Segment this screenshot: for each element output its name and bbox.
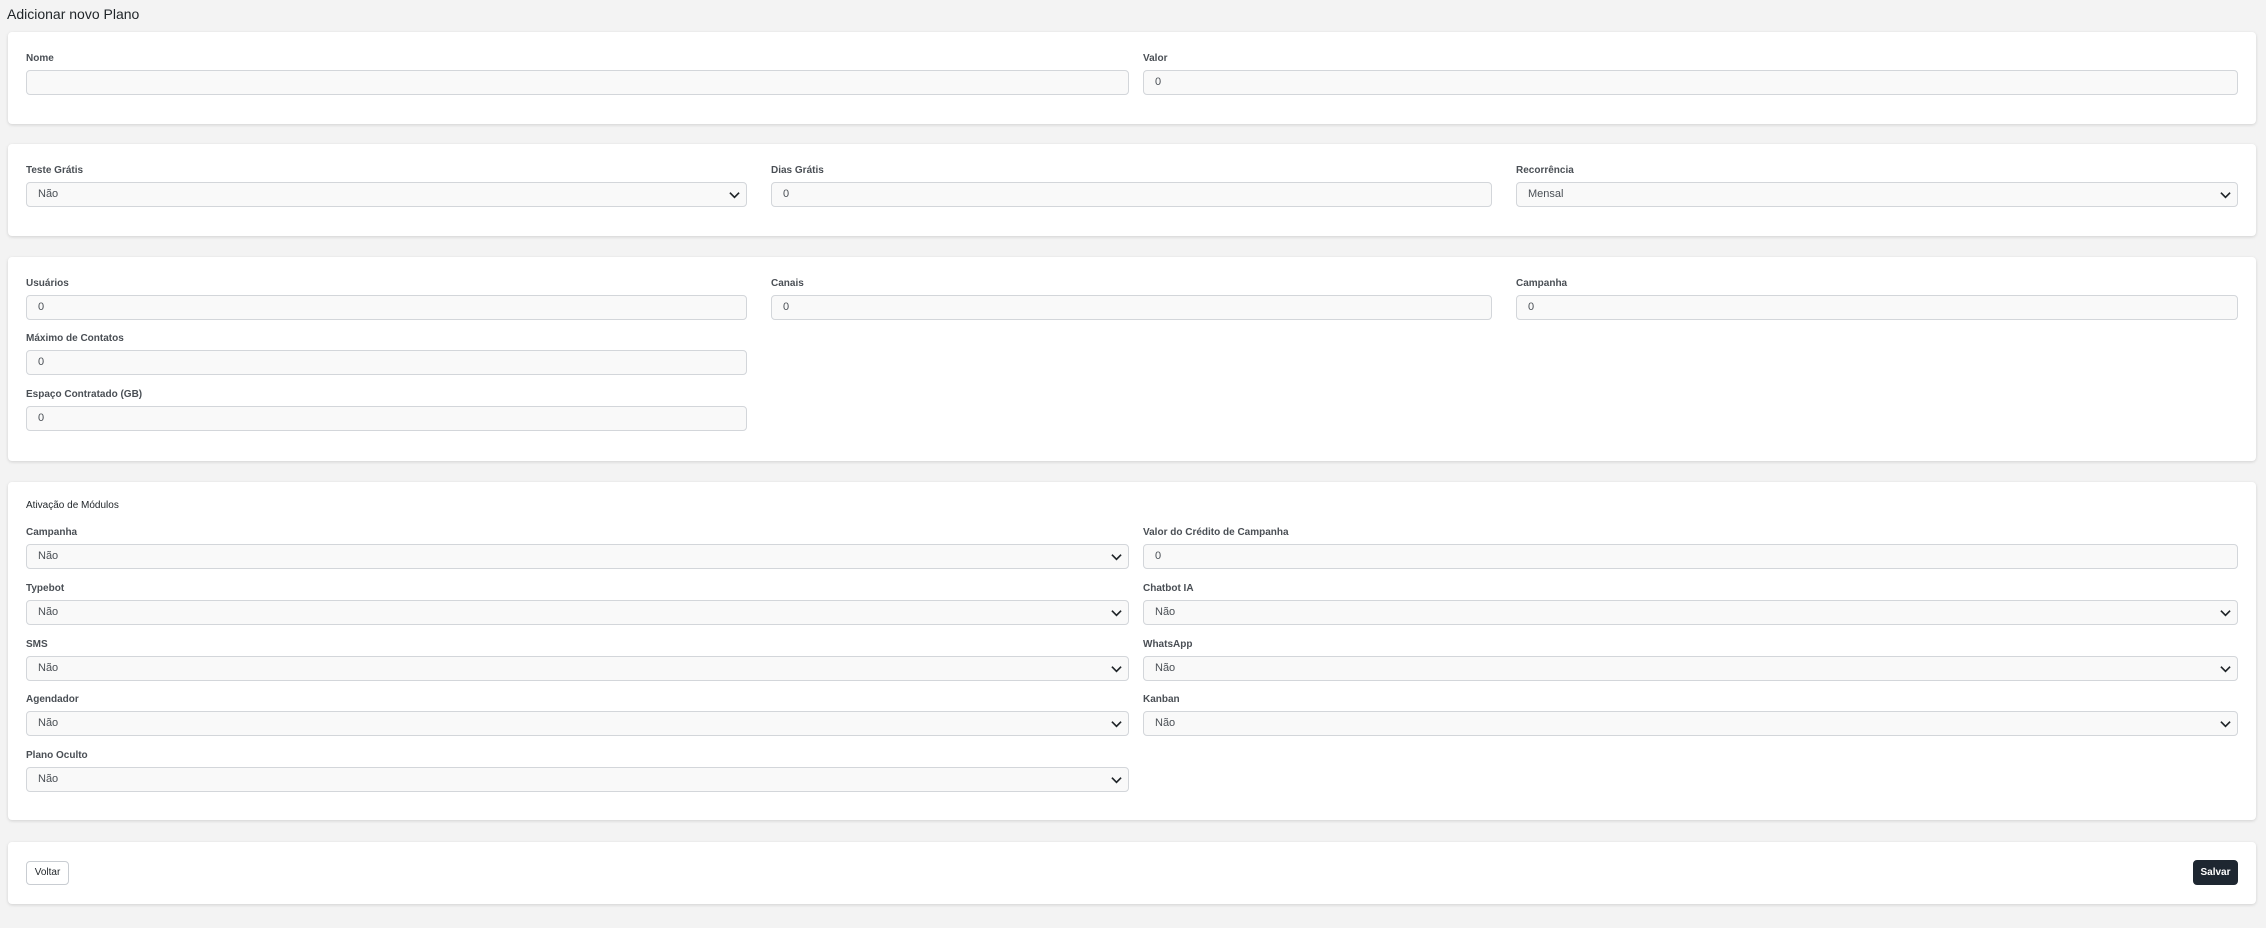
campaign-credit-label: Valor do Crédito de Campanha xyxy=(1143,527,1289,538)
save-button[interactable]: Salvar xyxy=(2193,860,2238,885)
chevron-down-icon xyxy=(1111,721,1122,728)
channels-label: Canais xyxy=(771,278,804,289)
free-trial-field: Teste Grátis Não xyxy=(26,164,747,207)
chevron-down-icon xyxy=(1111,777,1122,784)
kanban-select[interactable]: Não xyxy=(1143,711,2238,736)
value-label: Valor xyxy=(1143,53,1168,64)
hidden-plan-value: Não xyxy=(38,773,59,785)
free-trial-select[interactable]: Não xyxy=(26,182,747,207)
storage-field: Espaço Contratado (GB) 0 xyxy=(26,388,747,431)
free-trial-label: Teste Grátis xyxy=(26,165,84,176)
sms-select[interactable]: Não xyxy=(26,656,1129,681)
free-trial-value: Não xyxy=(38,188,59,200)
plan-trial-card: Teste Grátis Não Dias Grátis 0 Recorrênc… xyxy=(8,144,2256,236)
users-label: Usuários xyxy=(26,278,69,289)
name-input[interactable] xyxy=(26,70,1129,95)
actions-card: Voltar Salvar xyxy=(8,842,2256,904)
hidden-plan-field: Plano Oculto Não xyxy=(26,749,1129,792)
value-input[interactable]: 0 xyxy=(1143,70,2238,95)
whatsapp-field: WhatsApp Não xyxy=(1143,638,2238,681)
campaign-limit-label: Campanha xyxy=(1516,278,1568,289)
value-field: Valor 0 xyxy=(1143,52,2238,95)
modules-title: Ativação de Módulos xyxy=(26,500,119,511)
chatbot-ia-select[interactable]: Não xyxy=(1143,600,2238,625)
chevron-down-icon xyxy=(1111,610,1122,617)
campaign-module-field: Campanha Não xyxy=(26,526,1129,569)
storage-label: Espaço Contratado (GB) xyxy=(26,389,143,400)
campaign-module-label: Campanha xyxy=(26,527,78,538)
chevron-down-icon xyxy=(729,192,740,199)
whatsapp-value: Não xyxy=(1155,662,1176,674)
chatbot-ia-field: Chatbot IA Não xyxy=(1143,582,2238,625)
back-button[interactable]: Voltar xyxy=(26,861,69,885)
channels-input[interactable]: 0 xyxy=(771,295,1492,320)
kanban-field: Kanban Não xyxy=(1143,693,2238,736)
typebot-label: Typebot xyxy=(26,583,65,594)
plan-limits-card: Usuários 0 Canais 0 Campanha 0 Máximo de… xyxy=(8,257,2256,461)
free-days-label: Dias Grátis xyxy=(771,165,824,176)
free-days-input[interactable]: 0 xyxy=(771,182,1492,207)
page-title: Adicionar novo Plano xyxy=(7,6,140,22)
chevron-down-icon xyxy=(2220,721,2231,728)
max-contacts-label: Máximo de Contatos xyxy=(26,333,124,344)
sms-label: SMS xyxy=(26,639,48,650)
typebot-value: Não xyxy=(38,606,59,618)
typebot-field: Typebot Não xyxy=(26,582,1129,625)
whatsapp-select[interactable]: Não xyxy=(1143,656,2238,681)
kanban-value: Não xyxy=(1155,717,1176,729)
chevron-down-icon xyxy=(2220,666,2231,673)
name-label: Nome xyxy=(26,53,54,64)
hidden-plan-select[interactable]: Não xyxy=(26,767,1129,792)
chevron-down-icon xyxy=(1111,554,1122,561)
chevron-down-icon xyxy=(1111,666,1122,673)
recurrence-value: Mensal xyxy=(1528,188,1564,200)
storage-input[interactable]: 0 xyxy=(26,406,747,431)
chatbot-ia-label: Chatbot IA xyxy=(1143,583,1194,594)
sms-value: Não xyxy=(38,662,59,674)
scheduler-field: Agendador Não xyxy=(26,693,1129,736)
chevron-down-icon xyxy=(2220,192,2231,199)
free-days-field: Dias Grátis 0 xyxy=(771,164,1492,207)
modules-card: Ativação de Módulos Campanha Não Valor d… xyxy=(8,482,2256,820)
typebot-select[interactable]: Não xyxy=(26,600,1129,625)
campaign-module-select[interactable]: Não xyxy=(26,544,1129,569)
campaign-limit-field: Campanha 0 xyxy=(1516,277,2238,320)
users-input[interactable]: 0 xyxy=(26,295,747,320)
channels-field: Canais 0 xyxy=(771,277,1492,320)
campaign-limit-input[interactable]: 0 xyxy=(1516,295,2238,320)
scheduler-select[interactable]: Não xyxy=(26,711,1129,736)
kanban-label: Kanban xyxy=(1143,694,1180,705)
hidden-plan-label: Plano Oculto xyxy=(26,750,88,761)
campaign-credit-input[interactable]: 0 xyxy=(1143,544,2238,569)
name-field: Nome xyxy=(26,52,1129,95)
recurrence-label: Recorrência xyxy=(1516,165,1574,176)
max-contacts-input[interactable]: 0 xyxy=(26,350,747,375)
chatbot-ia-value: Não xyxy=(1155,606,1176,618)
campaign-credit-field: Valor do Crédito de Campanha 0 xyxy=(1143,526,2238,569)
whatsapp-label: WhatsApp xyxy=(1143,639,1193,650)
scheduler-value: Não xyxy=(38,717,59,729)
campaign-module-value: Não xyxy=(38,550,59,562)
max-contacts-field: Máximo de Contatos 0 xyxy=(26,332,747,375)
chevron-down-icon xyxy=(2220,610,2231,617)
recurrence-field: Recorrência Mensal xyxy=(1516,164,2238,207)
plan-basic-card: Nome Valor 0 xyxy=(8,32,2256,124)
scheduler-label: Agendador xyxy=(26,694,79,705)
users-field: Usuários 0 xyxy=(26,277,747,320)
recurrence-select[interactable]: Mensal xyxy=(1516,182,2238,207)
sms-field: SMS Não xyxy=(26,638,1129,681)
